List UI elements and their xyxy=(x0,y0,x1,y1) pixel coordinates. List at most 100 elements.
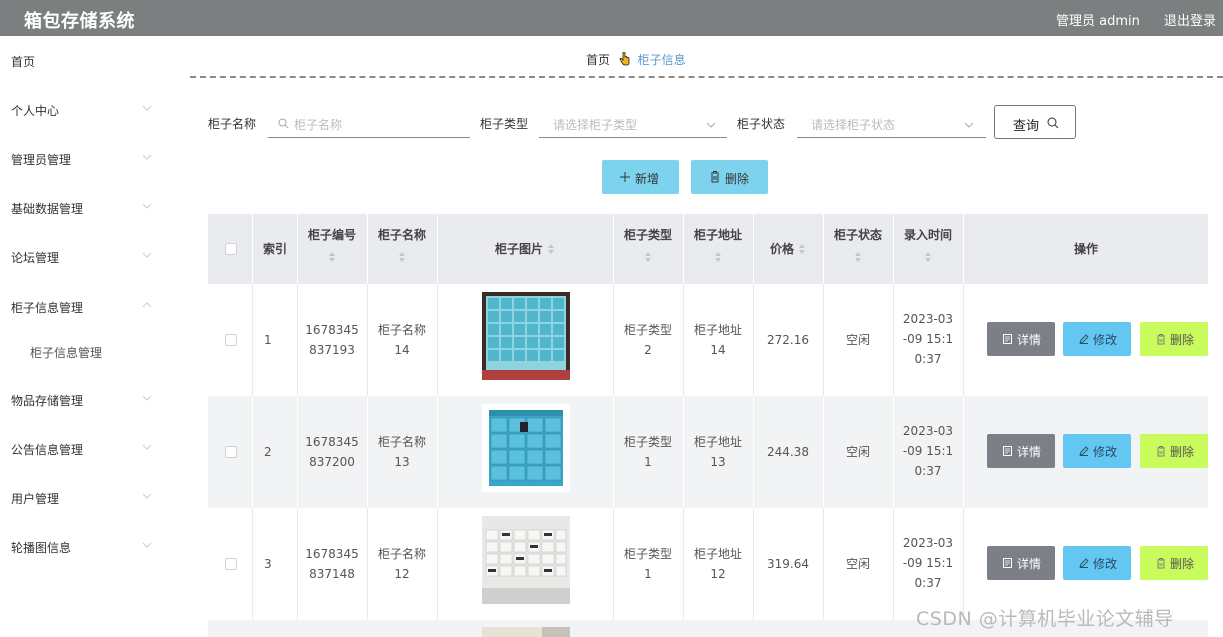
col-image[interactable]: 柜子图片 xyxy=(438,239,612,259)
edit-button[interactable]: 修改 xyxy=(1063,546,1131,580)
edit-button-label: 修改 xyxy=(1093,557,1118,571)
delete-button[interactable]: 删除 xyxy=(1140,322,1208,356)
sort-icon xyxy=(855,252,861,262)
row-checkbox[interactable] xyxy=(225,446,237,458)
cell-price: 244.38 xyxy=(767,445,809,459)
select-all-checkbox[interactable] xyxy=(225,243,237,255)
detail-button[interactable]: 详情 xyxy=(987,322,1055,356)
cell-time: 2023-03 -09 15:1 0:37 xyxy=(894,309,962,369)
search-name-label: 柜子名称 xyxy=(208,117,257,131)
cell-name-line2: 14 xyxy=(394,343,410,357)
admin-user-label: 管理员 admin xyxy=(1056,14,1140,29)
sidebar-subitem-locker-info[interactable]: 柜子信息管理 xyxy=(0,337,166,367)
sidebar: 首页 个人中心 管理员管理 基础数据管理 论坛管理 柜子信息管理 柜子信息管理 … xyxy=(0,36,166,637)
sidebar-item-users[interactable]: 用户管理 xyxy=(0,483,166,513)
cell-type-line1: 柜子类型 xyxy=(623,323,672,337)
chevron-down-icon xyxy=(142,252,152,258)
sort-icon xyxy=(799,244,805,254)
col-address[interactable]: 柜子地址 xyxy=(684,225,752,263)
cell-time-line2: -09 15:1 xyxy=(902,556,954,570)
row-checkbox[interactable] xyxy=(225,558,237,570)
search-name-input[interactable]: 柜子名称 xyxy=(268,110,470,138)
cell-price: 272.16 xyxy=(767,333,809,347)
cell-type-line2: 2 xyxy=(644,343,652,357)
chevron-down-icon xyxy=(142,105,152,111)
cell-index: 3 xyxy=(264,557,272,571)
cell-type-line2: 1 xyxy=(644,455,652,469)
sidebar-item-storage[interactable]: 物品存储管理 xyxy=(0,385,166,415)
plus-icon xyxy=(620,172,630,182)
app-title: 箱包存储系统 xyxy=(24,11,135,32)
cell-code: 1678345 837193 xyxy=(298,320,366,360)
search-type-label: 柜子类型 xyxy=(480,117,529,131)
col-time[interactable]: 录入时间 xyxy=(894,225,962,263)
batch-delete-button[interactable]: 删除 xyxy=(691,160,768,194)
breadcrumb-current: 柜子信息 xyxy=(637,53,686,67)
breadcrumb: 首页 柜子信息 xyxy=(586,51,686,68)
sidebar-item-label: 用户管理 xyxy=(11,492,60,506)
detail-button[interactable]: 详情 xyxy=(987,546,1055,580)
search-type-select[interactable]: 请选择柜子类型 xyxy=(539,110,727,138)
edit-button[interactable]: 修改 xyxy=(1063,434,1131,468)
chevron-up-icon xyxy=(142,302,152,308)
add-button[interactable]: 新增 xyxy=(602,160,679,194)
sidebar-item-notice[interactable]: 公告信息管理 xyxy=(0,434,166,464)
col-name-label: 柜子名称 xyxy=(377,228,426,242)
sidebar-item-personal-center[interactable]: 个人中心 xyxy=(0,95,166,125)
edit-icon xyxy=(1079,446,1089,456)
cell-type: 柜子类型 1 xyxy=(614,432,682,472)
cell-status: 空闲 xyxy=(845,557,870,571)
col-address-label: 柜子地址 xyxy=(693,228,742,242)
search-status-select[interactable]: 请选择柜子状态 xyxy=(797,110,986,138)
cell-type-line2: 1 xyxy=(644,567,652,581)
cell-time-line3: 0:37 xyxy=(914,464,942,478)
locker-image xyxy=(482,516,570,604)
sidebar-item-label: 管理员管理 xyxy=(11,153,72,167)
sidebar-item-carousel[interactable]: 轮播图信息 xyxy=(0,532,166,562)
edit-button[interactable]: 修改 xyxy=(1063,322,1131,356)
cell-time-line1: 2023-03 xyxy=(902,536,954,550)
sidebar-item-label: 个人中心 xyxy=(11,104,60,118)
delete-button[interactable]: 删除 xyxy=(1140,546,1208,580)
trash-icon xyxy=(711,171,719,183)
sidebar-item-label: 柜子信息管理 xyxy=(30,346,103,360)
col-name[interactable]: 柜子名称 xyxy=(368,225,436,263)
cell-name: 柜子名称 14 xyxy=(368,320,436,360)
delete-button-label: 删除 xyxy=(1170,333,1195,347)
cell-time: 2023-03 -09 15:1 0:37 xyxy=(894,421,962,481)
query-button[interactable]: 查询 xyxy=(994,105,1076,139)
search-type-placeholder: 请选择柜子类型 xyxy=(553,118,638,132)
cell-code: 1678345 837200 xyxy=(298,432,366,472)
cell-status: 空闲 xyxy=(845,445,870,459)
sidebar-item-locker-info[interactable]: 柜子信息管理 xyxy=(0,292,166,322)
search-status-placeholder: 请选择柜子状态 xyxy=(811,118,896,132)
sidebar-item-label: 轮播图信息 xyxy=(11,541,72,555)
sidebar-item-basic-data[interactable]: 基础数据管理 xyxy=(0,193,166,223)
col-type[interactable]: 柜子类型 xyxy=(614,225,682,263)
detail-button-label: 详情 xyxy=(1017,557,1042,571)
trash-icon xyxy=(1157,334,1165,345)
logout-link[interactable]: 退出登录 xyxy=(1164,10,1216,29)
sidebar-item-forum[interactable]: 论坛管理 xyxy=(0,242,166,272)
locker-image xyxy=(482,627,570,637)
sidebar-item-admin-manage[interactable]: 管理员管理 xyxy=(0,144,166,174)
sidebar-item-label: 首页 xyxy=(11,55,36,69)
sidebar-item-home[interactable]: 首页 xyxy=(0,46,166,76)
edit-icon xyxy=(1079,334,1089,344)
delete-button[interactable]: 删除 xyxy=(1140,434,1208,468)
col-code[interactable]: 柜子编号 xyxy=(298,225,366,263)
cell-name-line1: 柜子名称 xyxy=(377,547,426,561)
breadcrumb-home[interactable]: 首页 xyxy=(586,53,610,67)
row-checkbox[interactable] xyxy=(225,334,237,346)
trash-icon xyxy=(1157,446,1165,457)
trash-icon xyxy=(1157,558,1165,569)
col-time-label: 录入时间 xyxy=(903,228,952,242)
top-header: 箱包存储系统 管理员 admin 退出登录 xyxy=(0,0,1223,36)
query-button-label: 查询 xyxy=(1013,119,1040,134)
col-status[interactable]: 柜子状态 xyxy=(824,225,892,263)
sidebar-item-label: 公告信息管理 xyxy=(11,443,84,457)
detail-button[interactable]: 详情 xyxy=(987,434,1055,468)
col-price[interactable]: 价格 xyxy=(754,239,822,259)
cell-name: 柜子名称 13 xyxy=(368,432,436,472)
table-header: 索引 柜子编号 柜子名称 柜子图片 柜子类型 柜子地址 价格 柜子状态 录入时间 xyxy=(208,214,1208,284)
